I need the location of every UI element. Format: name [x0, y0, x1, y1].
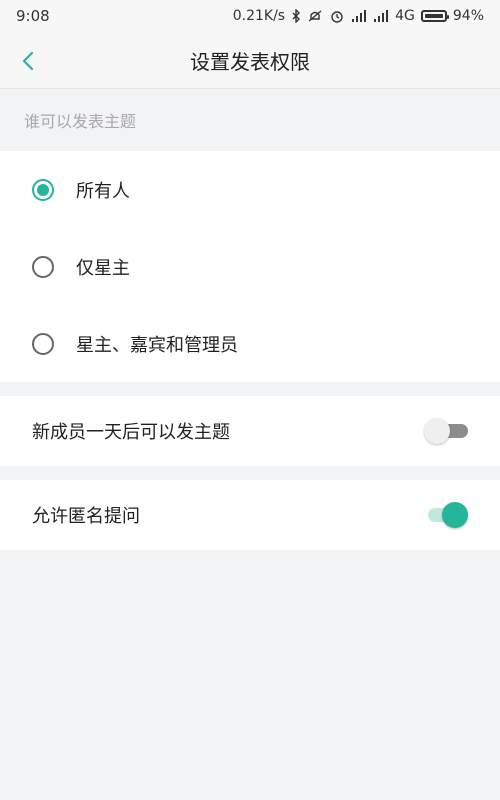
- bluetooth-icon: [291, 9, 301, 23]
- app-header: 设置发表权限: [0, 32, 500, 89]
- status-icons: 0.21K/s 4G 94%: [233, 8, 484, 24]
- signal-icon: [351, 9, 367, 23]
- divider: [0, 382, 500, 396]
- option-owner-only[interactable]: 仅星主: [0, 228, 500, 305]
- option-label: 所有人: [76, 180, 130, 202]
- page-title: 设置发表权限: [190, 49, 310, 74]
- option-label: 星主、嘉宾和管理员: [76, 334, 238, 356]
- signal-icon: [373, 9, 389, 23]
- back-button[interactable]: [14, 46, 44, 76]
- silent-icon: [307, 9, 323, 23]
- option-label: 仅星主: [76, 257, 130, 279]
- radio-unchecked-icon: [32, 255, 54, 278]
- toggle-thumb: [442, 502, 468, 528]
- radio-unchecked-icon: [32, 332, 54, 355]
- setting-anonymous: 允许匿名提问: [0, 480, 500, 550]
- divider: [0, 466, 500, 480]
- new-member-toggle[interactable]: [424, 418, 468, 444]
- anonymous-toggle[interactable]: [424, 502, 468, 528]
- chevron-left-icon: [22, 51, 34, 71]
- option-everyone[interactable]: 所有人: [0, 151, 500, 228]
- status-time: 9:08: [16, 7, 50, 25]
- battery-icon: [420, 10, 449, 22]
- option-owner-guests-admins[interactable]: 星主、嘉宾和管理员: [0, 305, 500, 382]
- radio-checked-icon: [32, 178, 54, 201]
- setting-label: 允许匿名提问: [32, 506, 140, 527]
- setting-label: 新成员一天后可以发主题: [32, 422, 230, 443]
- setting-new-member: 新成员一天后可以发主题: [0, 396, 500, 466]
- permission-options: 所有人 仅星主 星主、嘉宾和管理员: [0, 151, 500, 382]
- alarm-icon: [329, 8, 345, 24]
- section-label: 谁可以发表主题: [0, 89, 500, 151]
- network-speed: 0.21K/s: [232, 8, 286, 24]
- battery-level: 94%: [452, 8, 484, 24]
- status-bar: 9:08 0.21K/s 4G 94%: [0, 0, 500, 32]
- toggle-thumb: [424, 418, 450, 444]
- network-type: 4G: [395, 8, 415, 24]
